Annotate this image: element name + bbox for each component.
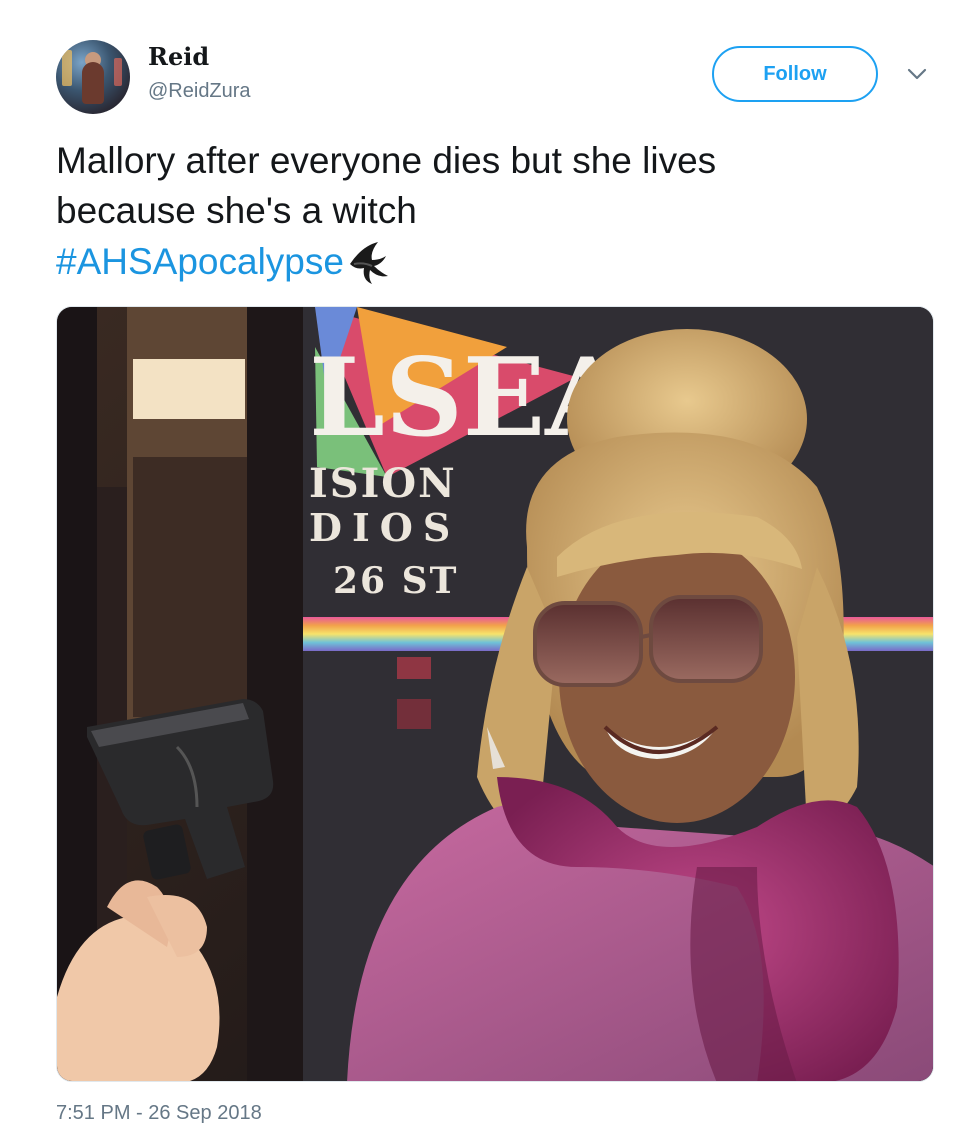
tweet-timestamp[interactable]: 7:51 PM - 26 Sep 2018: [56, 1102, 262, 1125]
tweet-card: Reid @ReidZura Follow Mallory after ever…: [0, 0, 980, 1143]
chevron-down-icon[interactable]: [904, 64, 930, 84]
sign-text-line2: DIOS: [309, 505, 460, 550]
tweet-media-image[interactable]: LSEA ISION DIOS 26 ST: [56, 306, 934, 1082]
avatar[interactable]: [56, 40, 130, 114]
tweet-text-line: Mallory after everyone dies but she live…: [56, 140, 717, 181]
hashtag-link[interactable]: #AHSApocalypse: [56, 241, 344, 283]
media-photo: LSEA ISION DIOS 26 ST: [57, 307, 933, 1081]
witch-hat-emoji-icon: [349, 242, 388, 284]
sign-text-line3: 26 ST: [333, 560, 458, 602]
display-name[interactable]: Reid: [148, 42, 209, 71]
tweet-text-line: because she's a witch: [56, 190, 417, 231]
tweet-text: Mallory after everyone dies but she live…: [56, 136, 916, 236]
hashtag-line: #AHSApocalypse: [56, 236, 392, 288]
follow-button[interactable]: Follow: [712, 46, 878, 102]
user-handle[interactable]: @ReidZura: [148, 80, 251, 103]
sign-text-line1: ISION: [309, 460, 457, 507]
